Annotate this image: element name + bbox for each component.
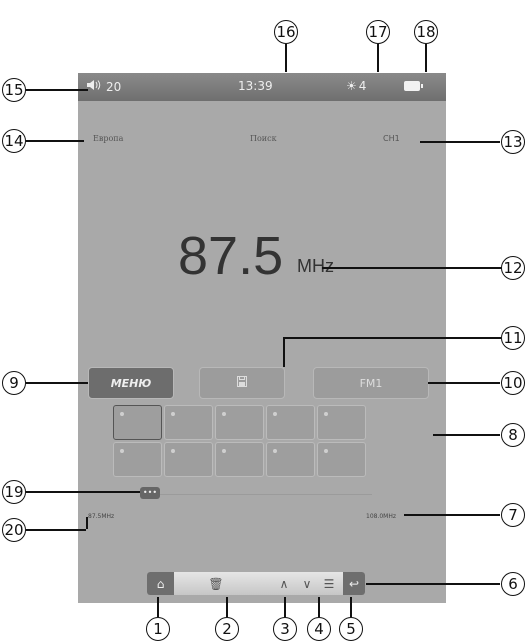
callout-9: 9: [2, 371, 26, 395]
callout-5: 5: [339, 617, 363, 641]
channel-label: CH1: [383, 134, 400, 143]
preset-slot-8[interactable]: [215, 442, 264, 477]
delete-button[interactable]: 🗑: [203, 572, 229, 595]
frequency-max-label: 108.0MHz: [366, 513, 397, 520]
callout-14: 14: [2, 129, 26, 153]
callout-12: 12: [501, 256, 525, 280]
preset-slot-10[interactable]: [317, 442, 366, 477]
callout-3: 3: [273, 617, 297, 641]
bottom-toolbar: ⌂ 🗑 ∧ ∨ ☰ ↩: [147, 572, 365, 595]
callout-15: 15: [2, 78, 26, 102]
frequency-display: 87.5: [178, 226, 284, 286]
callout-10: 10: [501, 371, 525, 395]
tuning-track[interactable]: [140, 494, 372, 495]
preset-slot-7[interactable]: [164, 442, 213, 477]
callout-19: 19: [2, 480, 26, 504]
clock: 13:39: [238, 79, 273, 93]
list-button[interactable]: ☰: [319, 572, 339, 595]
floppy-disk-icon: [237, 376, 247, 390]
chevron-down-icon: ∨: [302, 576, 312, 591]
volume-indicator[interactable]: 20: [86, 79, 121, 94]
callout-20: 20: [2, 518, 26, 542]
callout-1: 1: [146, 617, 170, 641]
band-button[interactable]: FM1: [313, 367, 429, 399]
preset-slot-5[interactable]: [317, 405, 366, 440]
callout-2: 2: [215, 617, 239, 641]
preset-slot-6[interactable]: [113, 442, 162, 477]
callout-6: 6: [501, 572, 525, 596]
battery-icon: [404, 81, 423, 91]
save-button[interactable]: [199, 367, 285, 399]
sun-icon: ☀: [346, 79, 357, 93]
preset-slot-4[interactable]: [266, 405, 315, 440]
search-label[interactable]: Поиск: [250, 134, 277, 143]
preset-grid: [113, 405, 431, 477]
chevron-up-icon: ∧: [279, 576, 289, 591]
callout-8: 8: [501, 423, 525, 447]
callout-11: 11: [501, 326, 525, 350]
back-button[interactable]: ↩: [343, 572, 365, 595]
region-label[interactable]: Европа: [93, 134, 123, 143]
home-button[interactable]: ⌂: [147, 572, 174, 595]
down-button[interactable]: ∨: [297, 572, 317, 595]
callout-18: 18: [414, 20, 438, 44]
speaker-icon: [86, 79, 104, 94]
brightness-level: 4: [358, 79, 367, 93]
callout-7: 7: [501, 503, 525, 527]
callout-13: 13: [501, 130, 525, 154]
list-icon: ☰: [323, 576, 335, 591]
preset-slot-3[interactable]: [215, 405, 264, 440]
frequency-min-label: 87.5MHz: [88, 513, 115, 520]
preset-slot-1[interactable]: [113, 405, 162, 440]
return-arrow-icon: ↩: [348, 576, 360, 591]
menu-button[interactable]: МЕНЮ: [88, 367, 174, 399]
up-button[interactable]: ∧: [274, 572, 294, 595]
callout-17: 17: [366, 20, 390, 44]
tuning-slider-handle[interactable]: •••: [140, 487, 160, 499]
home-icon: ⌂: [156, 576, 165, 591]
status-bar: 20 13:39 ☀ 4: [78, 73, 446, 101]
callout-16: 16: [274, 20, 298, 44]
brightness-indicator[interactable]: ☀ 4: [346, 79, 366, 93]
preset-slot-9[interactable]: [266, 442, 315, 477]
preset-slot-2[interactable]: [164, 405, 213, 440]
callout-4: 4: [307, 617, 331, 641]
volume-level: 20: [106, 79, 122, 94]
trash-icon: 🗑: [208, 576, 224, 591]
